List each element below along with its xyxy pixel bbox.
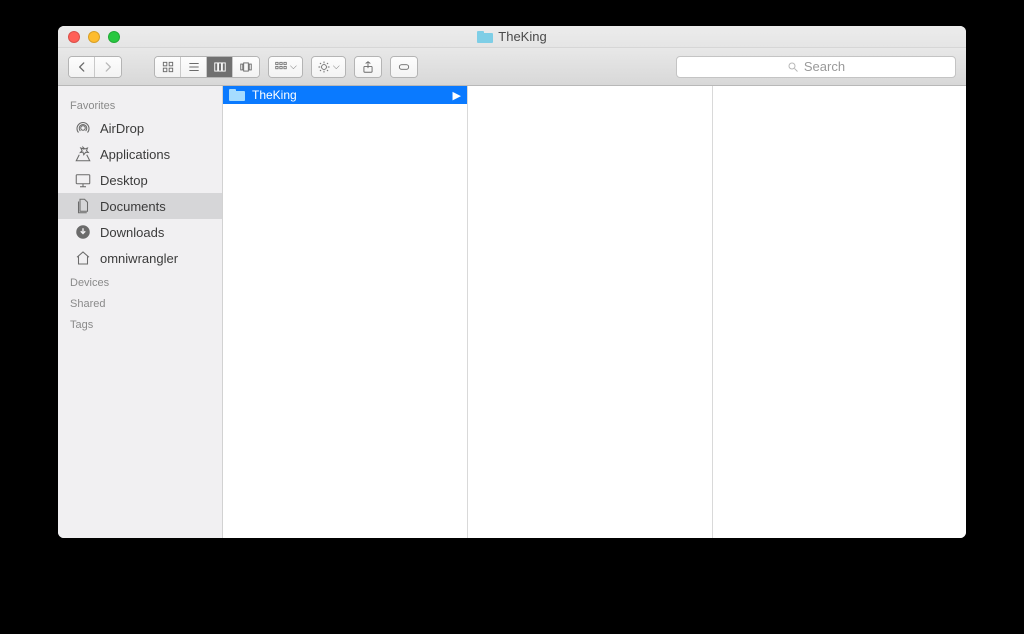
sidebar-item-label: Applications (100, 147, 170, 162)
forward-button[interactable] (95, 57, 121, 77)
zoom-button[interactable] (108, 31, 120, 43)
sidebar-header-shared: Shared (58, 292, 222, 313)
sidebar-item-label: Downloads (100, 225, 164, 240)
column-0[interactable]: TheKing ▶ (223, 86, 468, 538)
sidebar-item-desktop[interactable]: Desktop (58, 167, 222, 193)
finder-body: Favorites AirDrop Applications Desktop (58, 86, 966, 538)
sidebar-header-favorites: Favorites (58, 94, 222, 115)
window-title-text: TheKing (498, 29, 546, 44)
sidebar-item-home[interactable]: omniwrangler (58, 245, 222, 271)
chevron-down-icon: ⌵ (290, 61, 297, 72)
airdrop-icon (74, 119, 92, 137)
sidebar-header-devices: Devices (58, 271, 222, 292)
search-icon (787, 61, 799, 73)
action-group: ⌵ (311, 56, 346, 78)
column-1[interactable] (468, 86, 713, 538)
sidebar-item-label: omniwrangler (100, 251, 178, 266)
sidebar-item-label: Documents (100, 199, 166, 214)
sidebar-item-label: Desktop (100, 173, 148, 188)
sidebar-item-downloads[interactable]: Downloads (58, 219, 222, 245)
column-2[interactable] (713, 86, 966, 538)
nav-group (68, 56, 122, 78)
item-label: TheKing (252, 88, 297, 102)
share-button[interactable] (355, 57, 381, 77)
list-item[interactable]: TheKing ▶ (223, 86, 467, 104)
arrange-group: ⌵ (268, 56, 303, 78)
column-view-button[interactable] (207, 57, 233, 77)
sidebar-item-label: AirDrop (100, 121, 144, 136)
sidebar-header-tags: Tags (58, 313, 222, 334)
home-icon (74, 249, 92, 267)
tags-group (390, 56, 418, 78)
list-view-button[interactable] (181, 57, 207, 77)
back-button[interactable] (69, 57, 95, 77)
folder-icon (477, 31, 493, 43)
search-placeholder: Search (804, 59, 845, 74)
sidebar-item-airdrop[interactable]: AirDrop (58, 115, 222, 141)
chevron-down-icon: ⌵ (333, 61, 340, 72)
view-group (154, 56, 260, 78)
folder-icon (229, 89, 245, 101)
documents-icon (74, 197, 92, 215)
window-title: TheKing (58, 29, 966, 44)
applications-icon (74, 145, 92, 163)
sidebar: Favorites AirDrop Applications Desktop (58, 86, 223, 538)
icon-view-button[interactable] (155, 57, 181, 77)
titlebar: TheKing (58, 26, 966, 48)
gallery-view-button[interactable] (233, 57, 259, 77)
minimize-button[interactable] (88, 31, 100, 43)
desktop-icon (74, 171, 92, 189)
finder-window: TheKing (58, 26, 966, 538)
disclosure-arrow-icon: ▶ (453, 89, 461, 102)
column-browser: TheKing ▶ (223, 86, 966, 538)
search-field[interactable]: Search (676, 56, 956, 78)
traffic-lights (58, 31, 120, 43)
close-button[interactable] (68, 31, 80, 43)
action-button[interactable]: ⌵ (312, 57, 345, 77)
sidebar-item-applications[interactable]: Applications (58, 141, 222, 167)
downloads-icon (74, 223, 92, 241)
sidebar-item-documents[interactable]: Documents (58, 193, 222, 219)
toolbar: ⌵ ⌵ (58, 48, 966, 86)
arrange-button[interactable]: ⌵ (269, 57, 302, 77)
share-group (354, 56, 382, 78)
tags-button[interactable] (391, 57, 417, 77)
